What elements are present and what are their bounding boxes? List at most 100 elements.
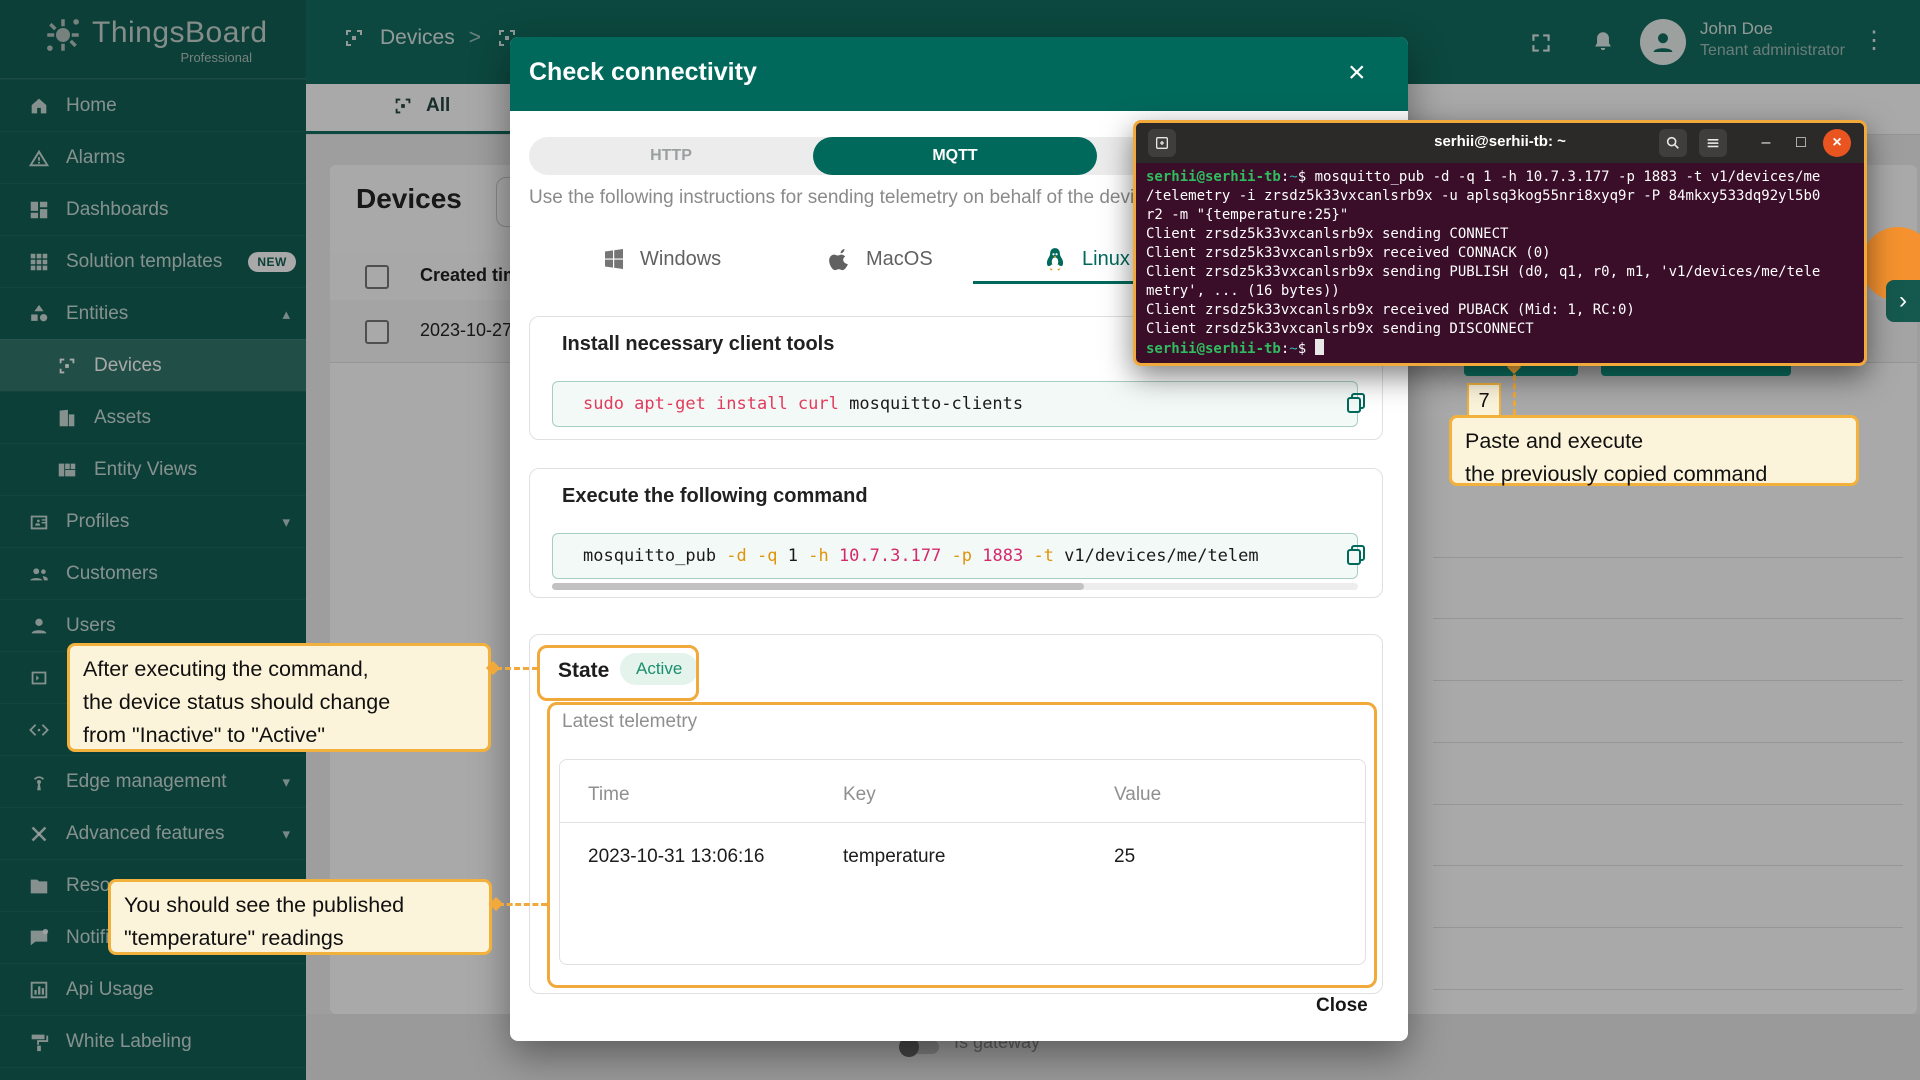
- scrollbar-thumb[interactable]: [552, 583, 1084, 590]
- sidebar-item-white-labeling[interactable]: White Labeling: [0, 1015, 306, 1067]
- bar-chart-icon: [28, 979, 50, 1001]
- integration-icon: [28, 667, 50, 689]
- windows-icon: [602, 247, 626, 271]
- is-gateway-toggle[interactable]: [903, 1040, 939, 1054]
- telemetry-col-key: Key: [843, 784, 876, 806]
- sidebar-item-settings[interactable]: Settings: [0, 1067, 306, 1080]
- callout-telemetry-readings: You should see the published "temperatur…: [108, 879, 492, 955]
- callout-connector-line: [496, 667, 538, 670]
- install-command[interactable]: sudo apt-get install curl mosquitto-clie…: [552, 381, 1358, 427]
- bg-table-line: [1433, 927, 1903, 928]
- devices-icon: [392, 95, 414, 117]
- protocol-http-tab[interactable]: HTTP: [529, 137, 813, 175]
- telemetry-row-value: 25: [1114, 846, 1135, 868]
- tab-all[interactable]: All: [392, 95, 450, 117]
- chevron-up-icon: ▴: [282, 305, 290, 323]
- close-icon[interactable]: ×: [1823, 129, 1851, 157]
- user-name: John Doe: [1700, 19, 1773, 39]
- sidebar-item-solution-templates[interactable]: Solution templates NEW: [0, 235, 306, 287]
- latest-telemetry-label: Latest telemetry: [562, 711, 697, 733]
- sidebar-item-assets[interactable]: Assets: [0, 391, 306, 443]
- sidebar-item-entity-views[interactable]: Entity Views: [0, 443, 306, 495]
- home-icon: [28, 95, 50, 117]
- state-label: State: [558, 659, 609, 683]
- sidebar-item-profiles[interactable]: Profiles ▾: [0, 495, 306, 547]
- sidebar-item-customers[interactable]: Customers: [0, 547, 306, 599]
- horizontal-scrollbar[interactable]: [552, 583, 1358, 590]
- bg-table-line: [1433, 804, 1903, 805]
- copy-icon[interactable]: [1344, 391, 1368, 415]
- telemetry-table: Time Key Value 2023-10-31 13:06:16 tempe…: [559, 759, 1366, 965]
- brand[interactable]: ThingsBoard Professional: [0, 0, 306, 79]
- telemetry-col-value: Value: [1114, 784, 1161, 806]
- devices-panel-title: Devices: [356, 183, 462, 215]
- fullscreen-icon[interactable]: [1528, 30, 1554, 56]
- row-checkbox[interactable]: [365, 320, 389, 344]
- terminal-output[interactable]: serhii@serhii-tb:~$ mosquitto_pub -d -q …: [1136, 163, 1864, 363]
- person-icon: [28, 615, 50, 637]
- telemetry-row-key: temperature: [843, 846, 945, 868]
- tab-linux[interactable]: Linux: [1042, 236, 1130, 282]
- sidebar-item-api-usage[interactable]: Api Usage: [0, 963, 306, 1015]
- execute-heading: Execute the following command: [562, 485, 868, 508]
- step-number-badge: 7: [1467, 383, 1501, 419]
- bg-table-line: [1433, 618, 1903, 619]
- execute-command-card: Execute the following command mosquitto_…: [529, 468, 1383, 598]
- terminal-window[interactable]: serhii@serhii-tb: ~ – □ × serhii@serhii-…: [1133, 120, 1867, 366]
- sidebar-item-advanced-features[interactable]: Advanced features ▾: [0, 807, 306, 859]
- minimize-icon[interactable]: –: [1752, 129, 1780, 157]
- execute-command[interactable]: mosquitto_pub -d -q 1 -h 10.7.3.177 -p 1…: [552, 533, 1358, 579]
- badge-icon: [28, 511, 50, 533]
- callout-connector-line: [498, 903, 547, 906]
- view-quilt-icon: [56, 459, 78, 481]
- state-active-badge: Active: [620, 653, 698, 685]
- antenna-icon: [28, 771, 50, 793]
- hamburger-menu-icon[interactable]: [1699, 129, 1727, 157]
- dashboard-icon: [28, 199, 50, 221]
- sidebar-item-edge-management[interactable]: Edge management ▾: [0, 755, 306, 807]
- grid-icon: [28, 251, 50, 273]
- new-badge: NEW: [248, 252, 296, 272]
- sidebar-item-devices[interactable]: Devices: [0, 339, 306, 391]
- breadcrumb[interactable]: Devices >: [342, 26, 519, 50]
- devices-icon: [56, 355, 78, 377]
- search-icon[interactable]: [1659, 129, 1687, 157]
- dialog-title: Check connectivity: [529, 58, 757, 87]
- sidebar-item-dashboards[interactable]: Dashboards: [0, 183, 306, 235]
- sidebar-item-entities[interactable]: Entities ▴: [0, 287, 306, 339]
- warning-icon: [28, 147, 50, 169]
- devices-icon: [342, 26, 366, 50]
- select-all-checkbox[interactable]: [365, 265, 389, 289]
- linux-penguin-icon: [1042, 246, 1068, 272]
- bg-table-line: [1433, 557, 1903, 558]
- table-divider: [560, 822, 1365, 823]
- callout-paste-execute: Paste and execute the previously copied …: [1449, 415, 1859, 486]
- tab-windows[interactable]: Windows: [602, 236, 721, 282]
- apple-icon: [828, 247, 852, 271]
- close-button[interactable]: Close: [1316, 995, 1368, 1017]
- sidebar-item-alarms[interactable]: Alarms: [0, 131, 306, 183]
- telemetry-col-time: Time: [588, 784, 630, 806]
- copy-icon[interactable]: [1344, 543, 1368, 567]
- bg-table-line: [1433, 865, 1903, 866]
- folder-icon: [28, 875, 50, 897]
- terminal-titlebar[interactable]: serhii@serhii-tb: ~ – □ ×: [1136, 123, 1864, 163]
- close-icon[interactable]: ×: [1348, 55, 1366, 91]
- paint-icon: [28, 1031, 50, 1053]
- maximize-icon[interactable]: □: [1787, 129, 1815, 157]
- chat-icon: [28, 927, 50, 949]
- avatar[interactable]: [1640, 19, 1686, 65]
- bg-table-line: [1433, 742, 1903, 743]
- install-heading: Install necessary client tools: [562, 333, 834, 356]
- state-card: State Active Latest telemetry Time Key V…: [529, 634, 1383, 994]
- chevron-right-icon: ›: [1899, 287, 1907, 315]
- kebab-menu-icon[interactable]: ⋮: [1862, 26, 1886, 55]
- protocol-mqtt-tab[interactable]: MQTT: [813, 137, 1097, 175]
- breadcrumb-devices[interactable]: Devices: [380, 26, 455, 50]
- tools-icon: [28, 823, 50, 845]
- notifications-bell-icon[interactable]: [1590, 29, 1616, 55]
- sidebar-item-home[interactable]: Home: [0, 79, 306, 131]
- chevron-down-icon: ▾: [282, 513, 290, 531]
- tab-macos[interactable]: MacOS: [828, 236, 933, 282]
- details-panel-expand-button[interactable]: ›: [1886, 280, 1920, 322]
